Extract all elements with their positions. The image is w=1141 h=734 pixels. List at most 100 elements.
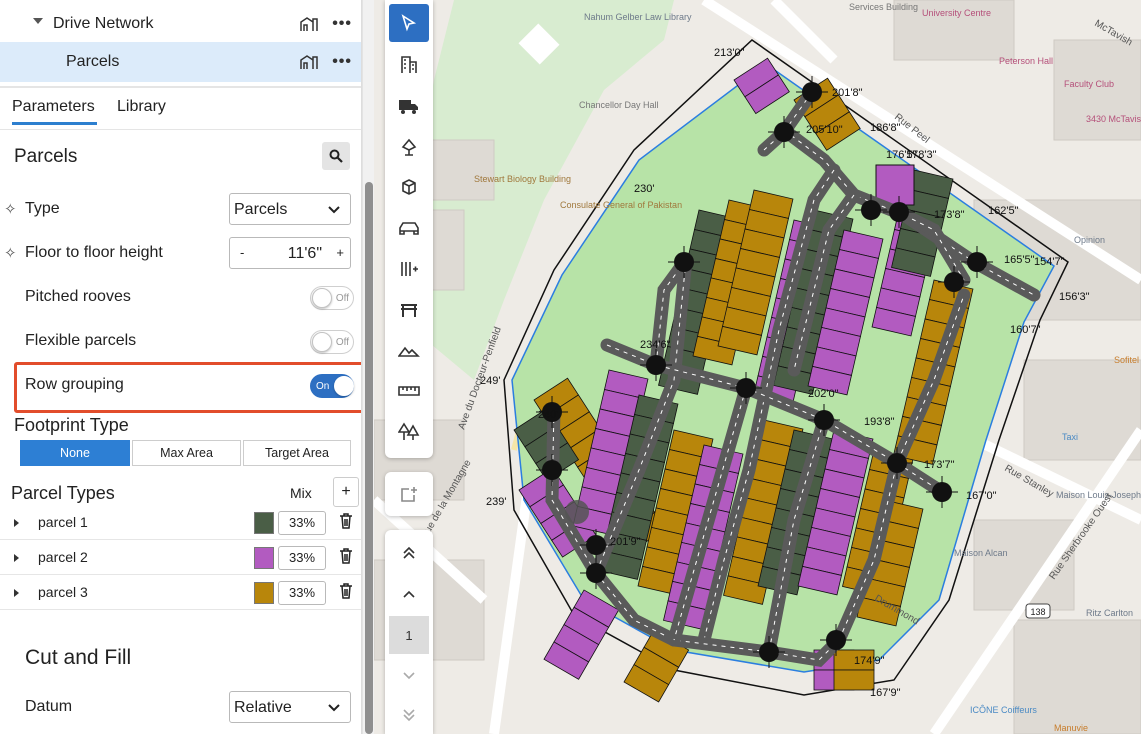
place-label: Sofitel <box>1114 355 1139 365</box>
color-swatch[interactable] <box>254 512 274 534</box>
solar-icon <box>401 138 417 156</box>
bench-icon <box>401 304 417 317</box>
trash-icon[interactable] <box>339 583 353 599</box>
chevron-down-icon <box>328 206 340 214</box>
parcel-type-name: parcel 2 <box>38 549 88 565</box>
flexible-parcels-toggle[interactable]: Off <box>310 330 354 354</box>
add-parcel-type-button[interactable]: + <box>333 477 359 507</box>
expand-caret-icon[interactable] <box>14 589 19 597</box>
ruler-tool-button[interactable] <box>389 372 429 410</box>
previous-level-button[interactable] <box>389 575 429 613</box>
truck-tool-button[interactable] <box>389 87 429 125</box>
panel-scrollbar[interactable] <box>362 0 374 734</box>
parcel-type-name: parcel 3 <box>38 584 88 600</box>
select-tool-button[interactable] <box>389 4 429 42</box>
flexible-parcels-row: Flexible parcels Off <box>0 322 361 362</box>
footprint-option-none[interactable]: None <box>20 440 130 466</box>
footprint-option-max-area[interactable]: Max Area <box>132 440 241 466</box>
terrain-icon <box>398 346 420 357</box>
chevron-down-icon <box>328 704 340 712</box>
tree-item-label: Drive Network <box>53 15 154 32</box>
current-level[interactable]: 1 <box>389 616 429 654</box>
more-options-icon[interactable]: ••• <box>332 16 352 32</box>
tool-palette <box>385 0 433 458</box>
increment-button[interactable]: + <box>336 245 344 260</box>
search-button[interactable] <box>322 142 350 170</box>
place-label: Faculty Club <box>1064 79 1114 89</box>
place-label: University Centre <box>922 8 991 18</box>
building-home-icon[interactable] <box>300 16 318 32</box>
more-options-icon[interactable]: ••• <box>332 54 352 70</box>
parcel-type-row[interactable]: parcel 1 33% <box>0 505 361 540</box>
chevron-down-icon <box>403 672 415 680</box>
datum-select[interactable]: Relative <box>229 691 351 723</box>
terrain-tool-button[interactable] <box>389 331 429 369</box>
flexible-parcels-label: Flexible parcels <box>25 332 137 349</box>
expand-caret-icon[interactable] <box>14 519 19 527</box>
footprint-type-title: Footprint Type <box>14 415 129 435</box>
dimension-label: 201'8" <box>832 87 863 99</box>
place-label: Services Building <box>849 2 918 12</box>
route-badge-label: 138 <box>1030 607 1045 617</box>
footprint-option-target-area[interactable]: Target Area <box>243 440 351 466</box>
trash-icon[interactable] <box>339 513 353 529</box>
building-tool-button[interactable] <box>389 46 429 84</box>
mix-percent-input[interactable]: 33% <box>278 581 326 605</box>
color-swatch[interactable] <box>254 582 274 604</box>
mix-percent-input[interactable]: 33% <box>278 546 326 570</box>
tab-library[interactable]: Library <box>117 98 166 116</box>
add-tool-button[interactable] <box>385 472 433 516</box>
map-svg[interactable]: 213'0"201'8"205'10" 186'8"176'5"178'3"173… <box>370 0 1141 734</box>
floor-height-stepper[interactable]: - 11'6" + <box>229 237 351 269</box>
trash-icon[interactable] <box>339 548 353 564</box>
grid-add-icon <box>401 262 418 276</box>
dimension-label: 186'8" <box>870 122 901 134</box>
grid-add-tool-button[interactable] <box>389 250 429 288</box>
ruler-icon <box>398 386 420 396</box>
parcel-type-row[interactable]: parcel 3 33% <box>0 575 361 610</box>
parcel-type-row[interactable]: parcel 2 33% <box>0 540 361 575</box>
place-label: Chancellor Day Hall <box>579 100 659 110</box>
next-level-button[interactable] <box>389 657 429 695</box>
place-label: Maison Louis-Joseph-Forget <box>1056 490 1141 500</box>
solar-tool-button[interactable] <box>389 128 429 166</box>
decrement-button[interactable]: - <box>240 245 244 260</box>
mix-percent-input[interactable]: 33% <box>278 511 326 535</box>
place-label: Taxi <box>1062 432 1078 442</box>
type-select-value: Parcels <box>234 201 288 218</box>
map-canvas[interactable]: 213'0" 201'8" 205'10" 186'8" 176'5" 178'3" 173… <box>370 0 1141 734</box>
car-tool-button[interactable] <box>389 209 429 247</box>
tree-item-parcels[interactable]: Parcels ••• <box>0 42 361 82</box>
map-building-marker-icon[interactable] <box>565 500 589 524</box>
building-icon <box>401 56 417 73</box>
scrollbar-thumb[interactable] <box>365 182 373 734</box>
last-level-button[interactable] <box>389 696 429 734</box>
first-level-button[interactable] <box>389 534 429 572</box>
dimension-label: 178'3" <box>906 149 937 161</box>
add-square-icon <box>401 487 417 502</box>
bench-tool-button[interactable] <box>389 291 429 329</box>
place-label: Consulate General of Pakistan <box>560 200 682 210</box>
pitched-rooves-toggle[interactable]: Off <box>310 286 354 310</box>
cube-tool-button[interactable] <box>389 168 429 206</box>
dimension-label: 154'7" <box>1034 256 1065 268</box>
tab-parameters[interactable]: Parameters <box>12 98 97 125</box>
floor-height-value[interactable]: 11'6" <box>288 245 322 263</box>
parcel-lot[interactable] <box>833 669 875 691</box>
type-row: ✧ Type Parcels <box>0 190 361 230</box>
floor-height-label: Floor to floor height <box>25 244 163 261</box>
dimension-label: 160'7" <box>1010 324 1041 336</box>
mix-label: Mix <box>290 485 312 501</box>
place-label: Ritz Carlton <box>1086 608 1133 618</box>
section-title: Parcels <box>14 146 78 167</box>
building-home-icon[interactable] <box>300 54 318 70</box>
type-select[interactable]: Parcels <box>229 193 351 225</box>
parcel-lot <box>875 164 915 206</box>
dimension-label: 165'5" <box>1004 254 1035 266</box>
expand-caret-icon[interactable] <box>14 554 19 562</box>
collapse-caret-icon[interactable] <box>33 18 43 24</box>
trees-tool-button[interactable] <box>389 413 429 451</box>
color-swatch[interactable] <box>254 547 274 569</box>
tree-item-drive-network[interactable]: Drive Network ••• <box>0 4 361 44</box>
parcel-types-title: Parcel Types <box>11 483 115 503</box>
